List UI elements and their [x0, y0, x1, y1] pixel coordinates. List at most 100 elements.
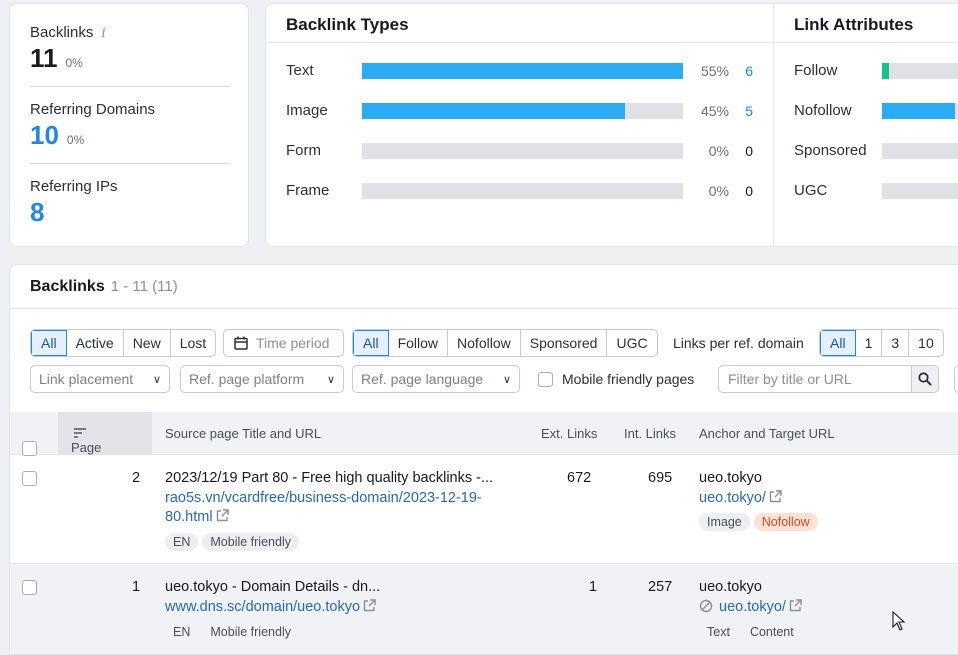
- search-icon: [918, 372, 932, 386]
- nofollow-tag: Nofollow: [753, 513, 818, 531]
- type-filter-ugc[interactable]: UGC: [607, 330, 656, 356]
- backlink-type-bar: [362, 62, 683, 79]
- ref-language-dropdown[interactable]: Ref. page language ∨: [352, 365, 520, 393]
- mobile-friendly-tag: Mobile friendly: [210, 625, 291, 639]
- row-checkbox[interactable]: [22, 471, 37, 486]
- links-per-1[interactable]: 1: [856, 330, 883, 356]
- links-per-domain-label: Links per ref. domain: [673, 335, 804, 351]
- backlink-type-row: Image 45% 5: [286, 102, 753, 119]
- table-row: 2 2023/12/19 Part 80 - Free high quality…: [10, 456, 958, 564]
- divider: [30, 86, 230, 87]
- link-attribute-bar: [882, 62, 958, 79]
- link-attribute-bar: [882, 142, 958, 159]
- backlink-type-bar: [362, 182, 683, 199]
- time-period-button[interactable]: Time period: [223, 329, 344, 357]
- summary-stats-card: Backlinks i 11 0% Referring Domains 10 0…: [9, 3, 249, 247]
- referring-domains-stat[interactable]: Referring Domains 10 0%: [30, 101, 230, 151]
- backlinks-value: 11: [30, 43, 58, 73]
- external-link-icon[interactable]: [363, 599, 376, 612]
- col-source[interactable]: Source page Title and URL: [165, 426, 321, 441]
- ext-links-value: 1: [589, 579, 598, 595]
- info-icon[interactable]: i: [102, 26, 106, 41]
- table-header: Page AS Source page Title and URL Ext. L…: [10, 412, 958, 470]
- link-attribute-bar-fill: [882, 102, 955, 119]
- mobile-friendly-checkbox[interactable]: [538, 371, 553, 387]
- target-url[interactable]: ueo.tokyo/: [699, 490, 766, 506]
- backlinks-table-title: Backlinks 1 - 11 (11): [30, 278, 178, 296]
- link-attribute-label: Sponsored: [794, 142, 867, 159]
- title-url-search: Filter by title or URL: [718, 365, 939, 393]
- mobile-friendly-label: Mobile friendly pages: [562, 371, 695, 387]
- target-url[interactable]: ueo.tokyo/: [719, 599, 786, 615]
- external-link-icon[interactable]: [789, 599, 802, 612]
- backlink-type-label: Frame: [286, 182, 330, 199]
- col-anchor[interactable]: Anchor and Target URL: [699, 426, 835, 441]
- chevron-down-icon: ∨: [152, 373, 161, 386]
- link-attribute-label: Follow: [794, 62, 838, 79]
- mouse-cursor-icon: [892, 611, 906, 631]
- more-filters-button[interactable]: [954, 365, 958, 393]
- referring-ips-label: Referring IPs: [30, 178, 118, 195]
- col-page-as[interactable]: Page AS: [71, 426, 101, 470]
- type-filter-follow[interactable]: Follow: [389, 330, 449, 356]
- status-filter-lost[interactable]: Lost: [171, 330, 215, 356]
- select-all-checkbox[interactable]: [22, 441, 37, 456]
- type-filter-sponsored[interactable]: Sponsored: [521, 330, 608, 356]
- links-per-10[interactable]: 10: [909, 330, 943, 356]
- link-type-filter-group: All Follow Nofollow Sponsored UGC: [352, 329, 658, 357]
- divider: [10, 308, 958, 309]
- backlink-type-count[interactable]: 6: [729, 63, 753, 79]
- backlink-type-label: Text: [286, 62, 314, 79]
- backlink-type-percent: 55%: [700, 62, 729, 79]
- divider: [266, 42, 958, 43]
- link-attribute-label: UGC: [794, 182, 828, 199]
- type-filter-nofollow[interactable]: Nofollow: [448, 330, 521, 356]
- backlink-type-row: Frame 0% 0: [286, 182, 753, 199]
- backlink-type-bar-fill: [362, 62, 683, 79]
- link-position-tag: Content: [749, 625, 794, 639]
- link-attribute-row: Follow: [794, 62, 958, 79]
- col-int-links[interactable]: Int. Links: [624, 426, 676, 441]
- source-title: 2023/12/19 Part 80 - Free high quality b…: [165, 470, 494, 486]
- link-placement-dropdown[interactable]: Link placement ∨: [30, 365, 170, 393]
- backlink-type-percent: 0%: [708, 142, 729, 159]
- backlink-type-count: 0: [745, 182, 753, 199]
- source-url[interactable]: rao5s.vn/vcardfree/business-domain/2023-…: [165, 490, 482, 506]
- mobile-friendly-filter[interactable]: Mobile friendly pages: [538, 371, 694, 387]
- link-attribute-row: Sponsored: [794, 142, 958, 159]
- status-filter-all[interactable]: All: [31, 330, 67, 356]
- referring-domains-label: Referring Domains: [30, 101, 156, 118]
- backlinks-stat: Backlinks i 11 0%: [30, 24, 230, 74]
- ref-platform-dropdown[interactable]: Ref. page platform ∨: [180, 365, 344, 393]
- backlink-types-title: Backlink Types: [286, 15, 409, 34]
- search-button[interactable]: [911, 366, 938, 392]
- referring-ips-stat[interactable]: Referring IPs 8: [30, 178, 230, 228]
- links-per-all[interactable]: All: [820, 330, 856, 356]
- anchor-text: ueo.tokyo: [699, 579, 762, 595]
- backlink-type-count[interactable]: 5: [729, 103, 753, 119]
- status-filter-new[interactable]: New: [124, 330, 171, 356]
- referring-ips-value[interactable]: 8: [30, 197, 44, 228]
- source-url-cont[interactable]: 80.html: [165, 509, 213, 525]
- backlink-type-label: Form: [286, 142, 321, 159]
- external-link-icon[interactable]: [769, 490, 782, 503]
- status-filter-active[interactable]: Active: [67, 330, 124, 356]
- external-link-icon[interactable]: [216, 509, 229, 522]
- link-attribute-row: Nofollow: [794, 102, 958, 119]
- col-ext-links[interactable]: Ext. Links: [541, 426, 597, 441]
- backlink-type-bar: [362, 102, 683, 119]
- int-links-value: 695: [648, 470, 673, 486]
- links-per-3[interactable]: 3: [882, 330, 910, 356]
- source-url[interactable]: www.dns.sc/domain/ueo.tokyo: [165, 599, 360, 615]
- referring-domains-value[interactable]: 10: [30, 120, 59, 151]
- backlinks-change: 0%: [65, 56, 83, 70]
- backlink-type-bar: [362, 142, 683, 159]
- search-input[interactable]: Filter by title or URL: [719, 366, 911, 392]
- page-as-value: 1: [132, 579, 141, 595]
- calendar-icon: [234, 336, 248, 350]
- backlink-type-row: Form 0% 0: [286, 142, 753, 159]
- backlink-type-count: 0: [745, 142, 753, 159]
- type-filter-all[interactable]: All: [353, 330, 389, 356]
- row-checkbox[interactable]: [22, 580, 37, 595]
- backlink-type-bar-fill: [362, 102, 626, 119]
